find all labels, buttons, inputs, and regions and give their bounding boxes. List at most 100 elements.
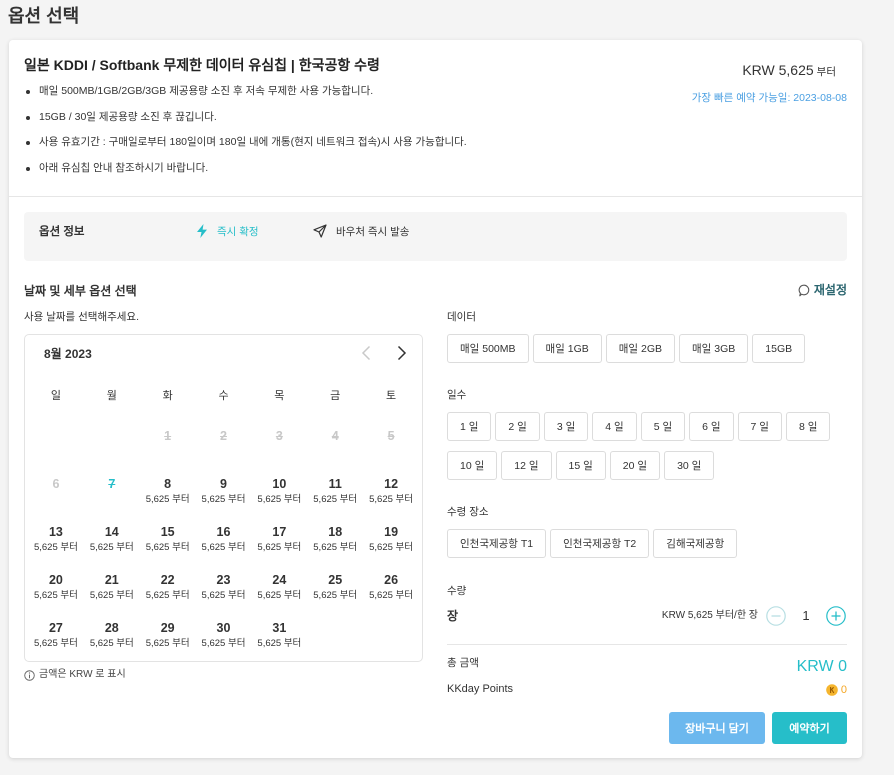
- currency-note-text: 금액은 KRW 로 표시: [39, 669, 126, 680]
- plus-icon: [826, 606, 846, 626]
- pickup-option-button[interactable]: 김해국제공항: [653, 529, 738, 558]
- calendar-day-price: 5,625 부터: [89, 590, 134, 601]
- calendar-day[interactable]: 22 5,625 부터: [140, 564, 196, 612]
- product-price: KRW 5,625 부터: [742, 61, 836, 81]
- reset-icon: [798, 284, 810, 297]
- points-display: 0: [826, 683, 847, 697]
- calendar-day-number: 23: [216, 573, 231, 587]
- calendar-prev-button[interactable]: [358, 344, 376, 362]
- calendar-day[interactable]: 15 5,625 부터: [140, 516, 196, 564]
- calendar-day[interactable]: 10 5,625 부터: [251, 468, 307, 516]
- calendar-day-number: 28: [104, 621, 119, 635]
- chevron-right-icon: [397, 345, 407, 361]
- calendar-day[interactable]: 20 5,625 부터: [28, 564, 84, 612]
- calendar-day-number: 8: [164, 477, 172, 491]
- days-option-button[interactable]: 5 일: [640, 412, 686, 441]
- calendar-day-price: 5,625 부터: [145, 494, 190, 505]
- calendar-day-price: 5,625 부터: [145, 590, 190, 601]
- calendar-day-number: 31: [272, 621, 287, 635]
- calendar-day[interactable]: 31 5,625 부터: [251, 612, 307, 660]
- calendar-day-number: 18: [328, 525, 343, 539]
- calendar-day[interactable]: 19 5,625 부터: [363, 516, 419, 564]
- calendar-day[interactable]: 16 5,625 부터: [196, 516, 252, 564]
- calendar-day[interactable]: 29 5,625 부터: [140, 612, 196, 660]
- calendar-day-price: 5,625 부터: [257, 638, 302, 649]
- calendar-day[interactable]: 14 5,625 부터: [84, 516, 140, 564]
- days-option-button[interactable]: 8 일: [785, 412, 831, 441]
- reset-button[interactable]: 재설정: [798, 282, 847, 298]
- calendar-day[interactable]: 23 5,625 부터: [196, 564, 252, 612]
- data-option-button[interactable]: 15GB: [752, 334, 806, 363]
- price-amount: KRW 5,625: [742, 62, 814, 78]
- calendar-day[interactable]: 9 5,625 부터: [196, 468, 252, 516]
- calendar-weekday: 토: [386, 390, 397, 402]
- days-option-button[interactable]: 10 일: [447, 451, 498, 480]
- add-to-cart-button[interactable]: 장바구니 담기: [669, 712, 765, 744]
- calendar-day[interactable]: 12 5,625 부터: [363, 468, 419, 516]
- days-option-button[interactable]: 15 일: [555, 451, 606, 480]
- book-button[interactable]: 예약하기: [772, 712, 847, 744]
- calendar-day[interactable]: 17 5,625 부터: [251, 516, 307, 564]
- calendar-day-number: 19: [384, 525, 399, 539]
- quantity-increase-button[interactable]: [826, 606, 846, 626]
- data-option-button[interactable]: 매일 2GB: [605, 334, 676, 363]
- calendar-day[interactable]: 11 5,625 부터: [307, 468, 363, 516]
- days-option-button[interactable]: 6 일: [689, 412, 734, 441]
- option-info-box: 옵션 정보 즉시 확정 바우처 즉시 발송: [24, 212, 847, 261]
- calendar-day[interactable]: 28 5,625 부터: [84, 612, 140, 660]
- calendar-day[interactable]: 18 5,625 부터: [307, 516, 363, 564]
- calendar-day[interactable]: 27 5,625 부터: [28, 612, 84, 660]
- calendar-weekday: 수: [218, 390, 229, 402]
- calendar-day[interactable]: 25 5,625 부터: [307, 564, 363, 612]
- calendar-week-row: 20 5,625 부터 21 5,625 부터 22 5,625 부터 23 5,625 부터…: [28, 564, 419, 612]
- days-option-button[interactable]: 30 일: [664, 451, 715, 480]
- days-option-button[interactable]: 1 일: [447, 412, 492, 441]
- calendar-day-price: 5,625 부터: [257, 494, 302, 505]
- days-option-button[interactable]: 3 일: [543, 412, 589, 441]
- calendar-day: 5: [363, 420, 419, 468]
- calendar-day-price: 5,625 부터: [89, 542, 134, 553]
- days-option-button[interactable]: 4 일: [592, 412, 637, 441]
- calendar-day[interactable]: 8 5,625 부터: [140, 468, 196, 516]
- calendar-week-row: 13 5,625 부터 14 5,625 부터 15 5,625 부터 16 5,625 부터…: [28, 516, 419, 564]
- calendar-day-number: 11: [328, 477, 342, 491]
- calendar-day-number: 24: [272, 573, 287, 587]
- calendar-grid: 1 2 3 4 5 6 7 8 5,625 부터 9 5,625 부터 10 5,625 부터 11 5,6…: [28, 420, 419, 660]
- date-prompt: 사용 날짜를 선택해주세요.: [24, 311, 140, 323]
- days-option-button[interactable]: 12 일: [501, 451, 552, 480]
- days-option-group: 1 일2 일3 일4 일5 일6 일7 일8 일 10 일 12 일 15 일 20 일…: [447, 412, 847, 480]
- pickup-option-button[interactable]: 인천국제공항 T2: [550, 529, 650, 558]
- date-calendar: 8월 2023 일월화수목금토 1 2 3 4 5 6 7 8 5,625 부터 9 5,625 부…: [24, 334, 423, 662]
- paper-plane-icon: [313, 224, 327, 238]
- calendar-day-price: 5,625 부터: [33, 590, 78, 601]
- calendar-day-price: 5,625 부터: [201, 494, 246, 505]
- calendar-empty-cell: [307, 612, 363, 660]
- calendar-next-button[interactable]: [392, 344, 410, 362]
- days-option-button[interactable]: 7 일: [737, 412, 782, 441]
- quantity-value[interactable]: 1: [797, 608, 815, 624]
- calendar-day[interactable]: 26 5,625 부터: [363, 564, 419, 612]
- pickup-option-button[interactable]: 인천국제공항 T1: [447, 529, 547, 558]
- product-bullet-item: 15GB / 30일 제공용량 소진 후 끊깁니다.: [24, 105, 467, 131]
- page-title: 옵션 선택: [8, 6, 80, 26]
- calendar-day: 2: [196, 420, 252, 468]
- calendar-day[interactable]: 13 5,625 부터: [28, 516, 84, 564]
- product-bullet-item: 아래 유심칩 안내 참조하시기 바랍니다.: [24, 156, 467, 182]
- calendar-day[interactable]: 24 5,625 부터: [251, 564, 307, 612]
- calendar-day[interactable]: 21 5,625 부터: [84, 564, 140, 612]
- calendar-week-row: 6 7 8 5,625 부터 9 5,625 부터 10 5,625 부터 11 5,625 부터…: [28, 468, 419, 516]
- days-option-button[interactable]: 2 일: [495, 412, 540, 441]
- calendar-day-number: 26: [384, 573, 399, 587]
- quantity-decrease-button[interactable]: [766, 606, 786, 626]
- calendar-day[interactable]: 30 5,625 부터: [196, 612, 252, 660]
- calendar-day-price: 5,625 부터: [313, 542, 358, 553]
- data-option-button[interactable]: 매일 3GB: [679, 334, 749, 363]
- data-option-button[interactable]: 매일 1GB: [532, 334, 602, 363]
- days-option-label: 일수: [447, 389, 467, 401]
- instant-confirm-feature: 즉시 확정: [196, 222, 259, 240]
- data-option-button[interactable]: 매일 500MB: [447, 334, 529, 363]
- calendar-empty-cell: [28, 420, 84, 468]
- days-option-button[interactable]: 20 일: [609, 451, 661, 480]
- quantity-unit-price: KRW 5,625 부터/한 장: [661, 610, 758, 621]
- calendar-day: 3: [251, 420, 307, 468]
